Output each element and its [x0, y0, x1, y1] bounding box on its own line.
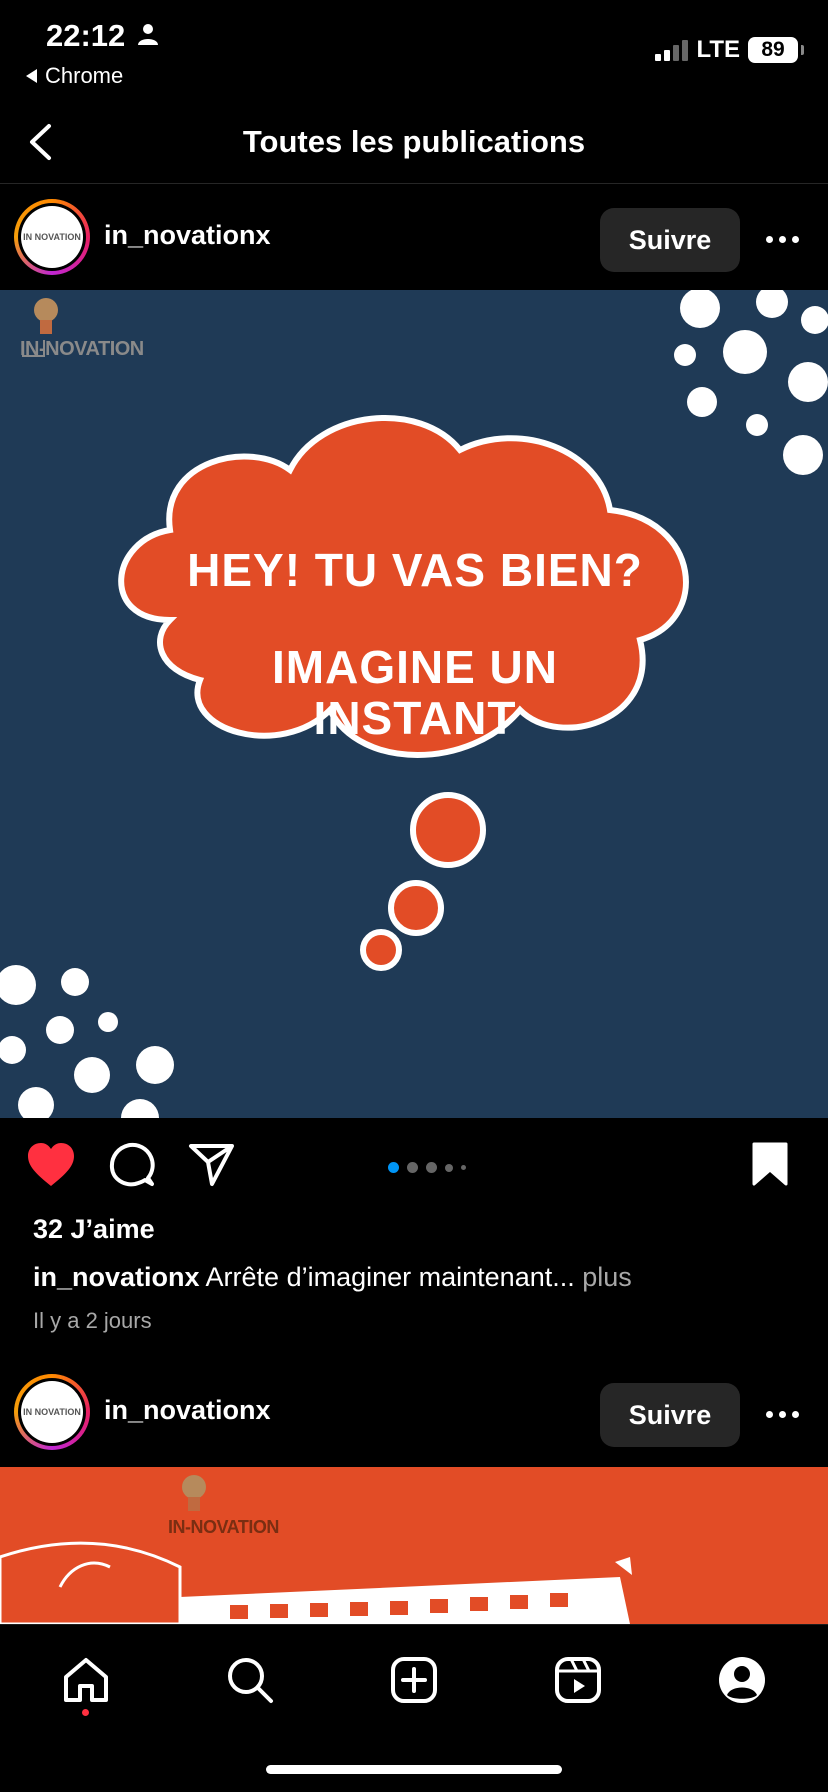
back-app-label: Chrome [45, 63, 124, 88]
home-icon[interactable] [61, 1655, 111, 1705]
bottom-nav [0, 1624, 828, 1792]
post-caption: in_novationx Arrête d’imaginer maintenan… [33, 1262, 632, 1293]
post-username[interactable]: in_novationx [104, 220, 271, 251]
signal-icon [655, 39, 689, 61]
comment-icon[interactable] [108, 1142, 156, 1188]
caption-more-link[interactable]: plus [582, 1262, 632, 1292]
post-actions [0, 1118, 828, 1216]
page-title: Toutes les publications [242, 124, 586, 159]
image-brand-text: IN-NOVATION [20, 338, 144, 360]
avatar[interactable]: IN NOVATION [14, 1374, 90, 1450]
avatar[interactable]: IN NOVATION [14, 199, 90, 275]
search-icon[interactable] [225, 1655, 275, 1705]
back-triangle-icon [26, 69, 37, 83]
carousel-dot [461, 1165, 466, 1170]
share-icon[interactable] [188, 1142, 236, 1188]
likes-count[interactable]: 32 J’aime [33, 1214, 155, 1245]
person-icon [138, 24, 158, 45]
heart-icon[interactable] [26, 1142, 76, 1188]
home-indicator [266, 1765, 562, 1774]
more-options-icon[interactable] [766, 1411, 799, 1418]
carousel-indicator [388, 1162, 466, 1173]
bookmark-icon[interactable] [752, 1142, 788, 1186]
post-username[interactable]: in_novationx [104, 1395, 271, 1426]
caption-username[interactable]: in_novationx [33, 1262, 200, 1292]
status-bar: 22:12 Chrome LTE 89 [0, 0, 828, 100]
post-graphic [0, 1475, 632, 1624]
more-options-icon[interactable] [766, 236, 799, 243]
post-image[interactable]: IN-NOVATION [0, 1467, 828, 1624]
back-to-app-link[interactable]: Chrome [26, 63, 123, 89]
status-time: 22:12 [46, 18, 126, 53]
post-image[interactable]: IN-NOVATION HEY! TU VAS BIEN? IMAGINE UN… [0, 290, 828, 1118]
avatar-logo: IN NOVATION [21, 1381, 83, 1443]
image-subline-2: INSTANT [313, 692, 517, 744]
reels-icon[interactable] [553, 1655, 603, 1705]
post-header: IN NOVATION in_novationx Suivre [0, 1359, 828, 1465]
carousel-dot [407, 1162, 418, 1173]
home-notification-dot [82, 1709, 89, 1716]
carousel-dot [426, 1162, 437, 1173]
battery-level: 89 [761, 38, 785, 61]
image-headline: HEY! TU VAS BIEN? [187, 544, 643, 596]
image-subline-1: IMAGINE UN [272, 641, 558, 693]
top-header: Toutes les publications [0, 100, 828, 184]
carousel-dot-active [388, 1162, 399, 1173]
post-timestamp: Il y a 2 jours [33, 1308, 152, 1333]
follow-button[interactable]: Suivre [600, 208, 740, 272]
follow-button[interactable]: Suivre [600, 1383, 740, 1447]
caption-text: Arrête d’imaginer maintenant... [205, 1262, 575, 1292]
image-brand-text: IN-NOVATION [168, 1517, 279, 1537]
network-type: LTE [696, 36, 740, 63]
avatar-logo: IN NOVATION [21, 206, 83, 268]
carousel-dot [445, 1163, 453, 1172]
profile-icon[interactable] [717, 1655, 767, 1705]
battery-icon: 89 [748, 37, 804, 63]
create-icon[interactable] [389, 1655, 439, 1705]
post-header: IN NOVATION in_novationx Suivre [0, 184, 828, 290]
